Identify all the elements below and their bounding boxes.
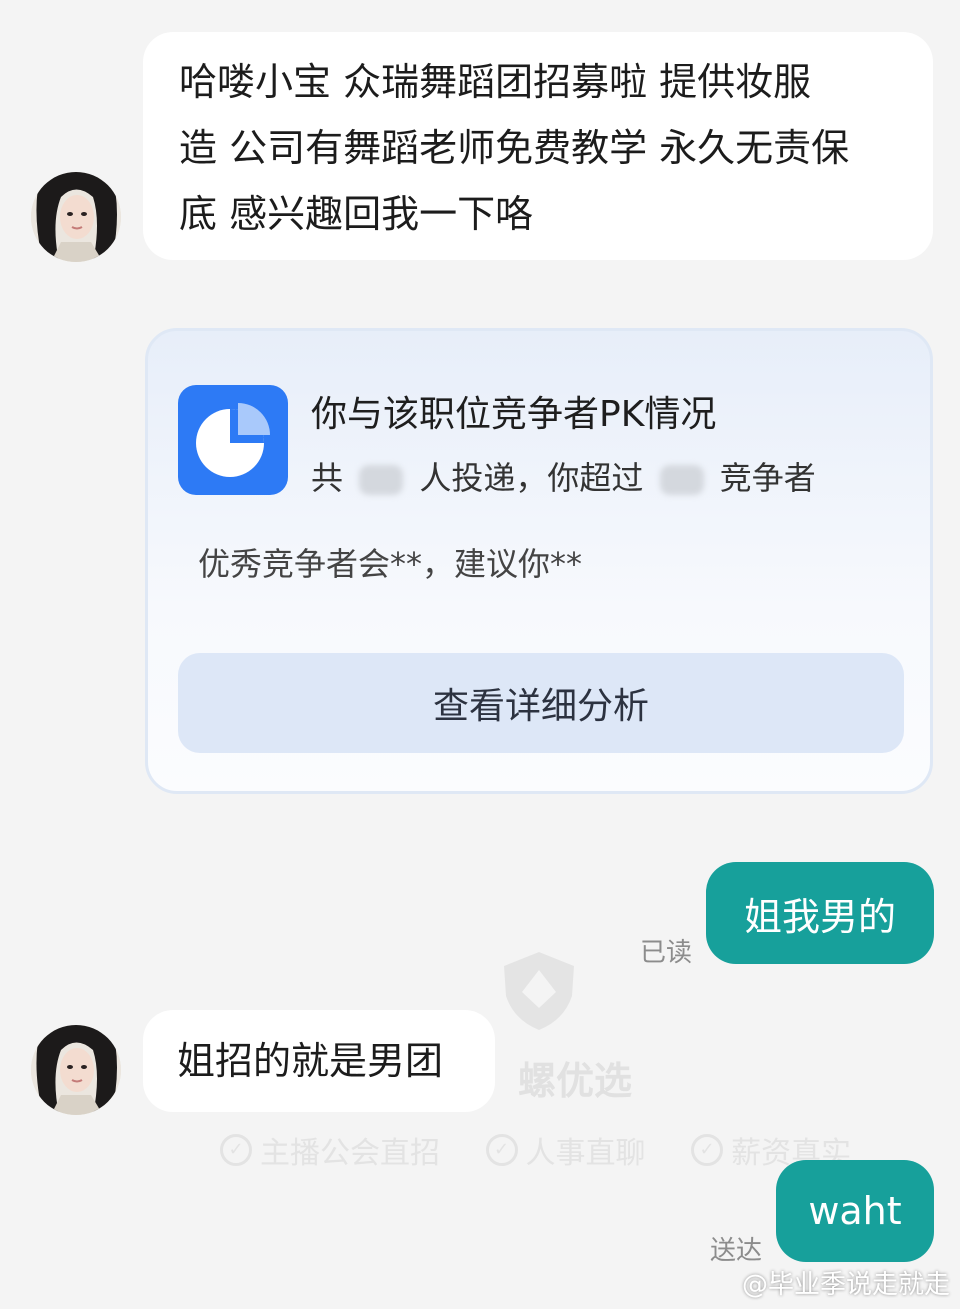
weibo-credit: @毕业季说走就走 [741,1270,950,1300]
watermark-tag: ✓ 主播公会直招 [220,1128,440,1172]
message-bubble-outgoing[interactable]: waht [776,1160,934,1262]
watermark-tag: ✓ 人事直聊 [485,1128,646,1172]
message-text: 哈喽小宝 众瑞舞蹈团招募啦 提供妆服 造 公司有舞蹈老师免费教学 永久无责保 底… [179,60,850,236]
message-text: waht [808,1189,902,1233]
applicant-count: 97 [359,465,404,495]
message-bubble-incoming[interactable]: 哈喽小宝 众瑞舞蹈团招募啦 提供妆服 造 公司有舞蹈老师免费教学 永久无责保 底… [143,32,933,260]
message-text: 姐招的就是男团 [177,1039,444,1083]
message-text: 姐我男的 [743,894,896,939]
read-status: 已读 [640,938,693,968]
card-title: 你与该职位竞争者PK情况 [311,394,717,435]
message-bubble-incoming[interactable]: 姐招的就是男团 [143,1010,495,1112]
watermark-brand: 螺优选 [518,1059,633,1103]
delivery-status: 送达 [710,1236,763,1266]
view-analysis-button[interactable]: 查看详细分析 [178,653,904,753]
check-icon: ✓ [691,1134,724,1166]
check-icon: ✓ [220,1134,252,1166]
watermark-shield-icon [498,950,580,1032]
card-advice: 优秀竞争者会**，建议你** [198,545,583,583]
pie-chart-icon [178,385,288,495]
sender-avatar[interactable] [31,172,121,262]
card-subtitle: 共 97 人投递，你超过 97 竞争者 [311,459,816,497]
competitor-pk-card: 你与该职位竞争者PK情况 共 97 人投递，你超过 97 竞争者 优秀竞争者会*… [145,328,933,794]
message-bubble-outgoing[interactable]: 姐我男的 [706,862,934,964]
percentile-value: 97 [659,465,704,495]
check-icon: ✓ [485,1134,518,1166]
sender-avatar[interactable] [31,1025,121,1115]
